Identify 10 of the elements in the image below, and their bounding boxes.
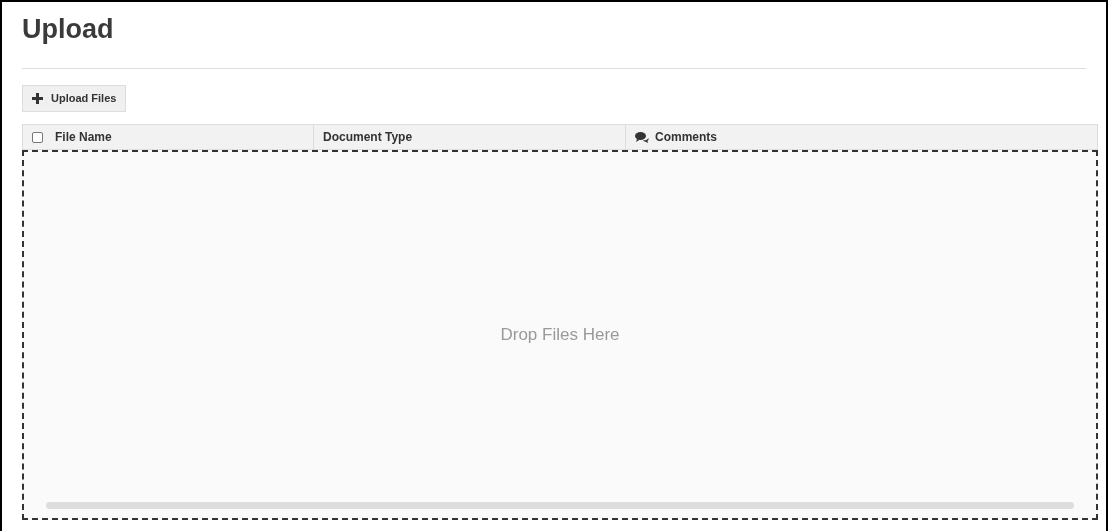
scrollbar[interactable] (46, 502, 1074, 509)
select-all-checkbox[interactable] (32, 131, 43, 143)
column-header: Document Type (323, 129, 413, 146)
column-header: Comments (655, 129, 717, 146)
plus-icon (32, 93, 43, 104)
column-header: File Name (55, 129, 112, 146)
drop-hint: Drop Files Here (500, 324, 620, 347)
comments-icon (635, 131, 649, 143)
upload-files-button[interactable]: Upload Files (22, 85, 127, 112)
page-title: Upload (22, 13, 114, 46)
